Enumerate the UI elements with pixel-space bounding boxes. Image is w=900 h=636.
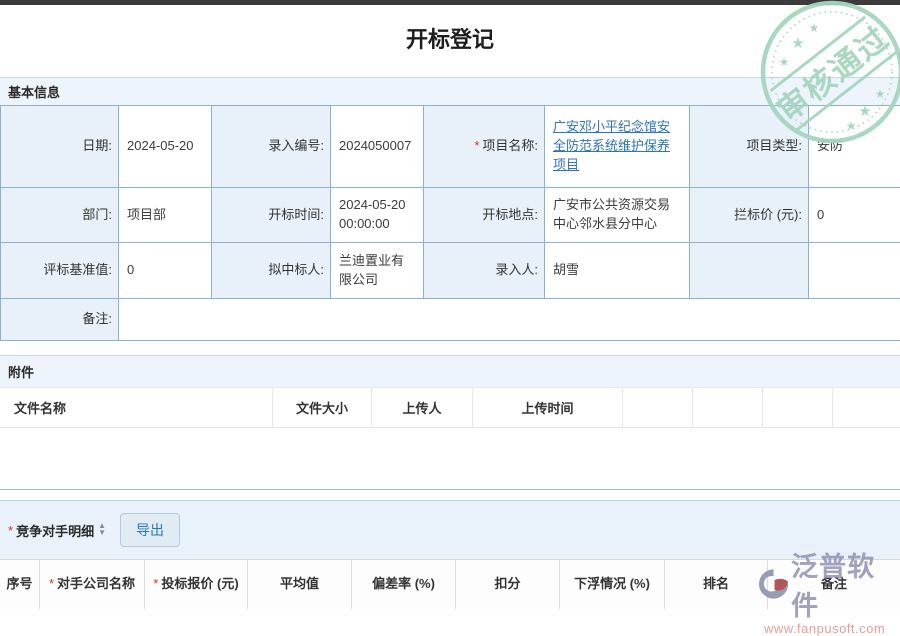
- comp-col-deduction: 扣分: [456, 560, 560, 609]
- block-price-label: 拦标价 (元):: [690, 188, 809, 243]
- attach-col-uploader: 上传人: [372, 388, 473, 427]
- eval-base-value: 0: [119, 243, 212, 299]
- remark-value: [119, 299, 900, 341]
- date-label: 日期:: [1, 106, 119, 188]
- proposed-winner-label: 拟中标人:: [212, 243, 331, 299]
- comp-col-average: 平均值: [248, 560, 352, 609]
- dept-value: 项目部: [119, 188, 212, 243]
- section-competitors: * 竞争对手明细 ▲ ▼ 导出: [0, 500, 900, 559]
- attach-col-empty-2: [693, 388, 763, 427]
- entry-no-label: 录入编号:: [212, 106, 331, 188]
- attach-col-empty-1: [623, 388, 693, 427]
- project-type-label: 项目类型:: [690, 106, 809, 188]
- project-name-label: * 项目名称:: [424, 106, 545, 188]
- open-place-label: 开标地点:: [424, 188, 545, 243]
- required-asterisk: *: [153, 576, 158, 591]
- comp-col-company: *对手公司名称: [40, 560, 145, 609]
- section-competitors-title: 竞争对手明细: [16, 521, 94, 540]
- attachments-table-body-empty: [0, 428, 900, 490]
- comp-col-deviation: 偏差率 (%): [352, 560, 456, 609]
- attachments-table-header: 文件名称 文件大小 上传人 上传时间: [0, 388, 900, 428]
- open-place-value: 广安市公共资源交易中心邻水县分中心: [545, 188, 690, 243]
- comp-col-remark: 备注: [768, 560, 900, 609]
- entry-person-value: 胡雪: [545, 243, 690, 299]
- open-time-value: 2024-05-20 00:00:00: [331, 188, 424, 243]
- vendor-url-text: www.fanpusoft.com: [764, 621, 900, 636]
- comp-col-rank: 排名: [665, 560, 768, 609]
- export-button[interactable]: 导出: [120, 513, 180, 547]
- project-name-link[interactable]: 广安邓小平纪念馆安全防范系统维护保养项目: [553, 118, 681, 175]
- dept-label: 部门:: [1, 188, 119, 243]
- section-basic-info-title: 基本信息: [8, 82, 60, 101]
- entry-person-label: 录入人:: [424, 243, 545, 299]
- open-time-label: 开标时间:: [212, 188, 331, 243]
- comp-col-bid-price: *投标报价 (元): [145, 560, 248, 609]
- comp-col-downfloat: 下浮情况 (%): [560, 560, 665, 609]
- top-window-bar: [0, 0, 900, 5]
- attach-col-file-name: 文件名称: [0, 388, 273, 427]
- section-attachments-title: 附件: [8, 362, 34, 381]
- attach-col-empty-3: [763, 388, 833, 427]
- proposed-winner-value: 兰迪置业有限公司: [331, 243, 424, 299]
- required-asterisk: *: [8, 523, 13, 538]
- remark-label: 备注:: [1, 299, 119, 341]
- required-asterisk: *: [474, 137, 479, 156]
- attach-col-empty-4: [833, 388, 900, 427]
- star-icon: ★: [779, 55, 790, 69]
- sort-toggle-icon[interactable]: ▲ ▼: [98, 523, 106, 537]
- comp-col-seq: 序号: [0, 560, 40, 609]
- section-attachments: 附件: [0, 355, 900, 388]
- basic-info-form: 日期: 2024-05-20 录入编号: 2024050007 * 项目名称: …: [0, 105, 900, 341]
- empty-value-cell: [809, 243, 900, 299]
- attach-col-upload-time: 上传时间: [473, 388, 623, 427]
- page-title: 开标登记: [0, 24, 900, 56]
- empty-label-cell: [690, 243, 809, 299]
- sort-desc-icon: ▼: [98, 530, 106, 537]
- date-value: 2024-05-20: [119, 106, 212, 188]
- eval-base-label: 评标基准值:: [1, 243, 119, 299]
- competitors-table-header: 序号 *对手公司名称 *投标报价 (元) 平均值 偏差率 (%) 扣分 下浮情况…: [0, 559, 900, 609]
- project-type-value: 安防: [809, 106, 900, 188]
- project-name-value: 广安邓小平纪念馆安全防范系统维护保养项目: [545, 106, 690, 188]
- entry-no-value: 2024050007: [331, 106, 424, 188]
- required-asterisk: *: [49, 576, 54, 591]
- section-basic-info: 基本信息: [0, 77, 900, 105]
- block-price-value: 0: [809, 188, 900, 243]
- attach-col-file-size: 文件大小: [273, 388, 372, 427]
